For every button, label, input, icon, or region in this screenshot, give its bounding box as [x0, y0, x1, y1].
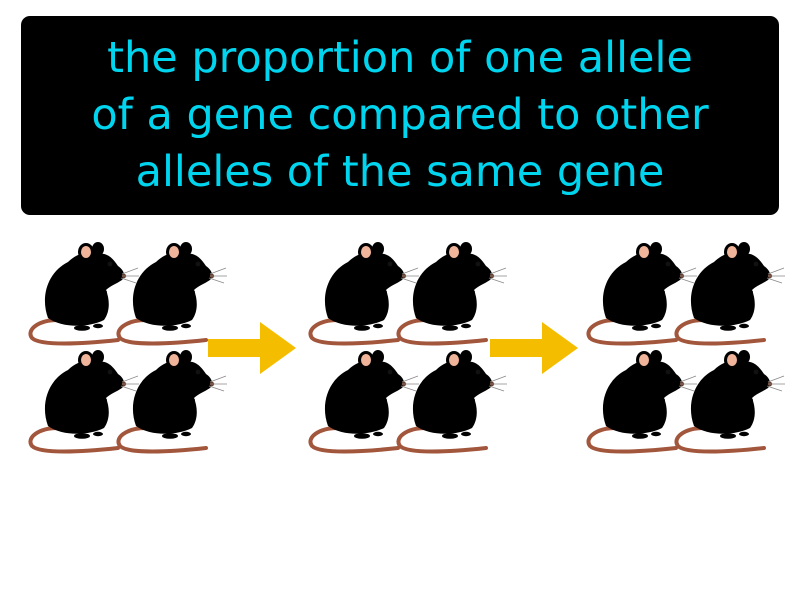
- allele-frequency-illustration: .light .m-body{fill:#d99a58}.light .m-sh…: [0, 230, 800, 480]
- definition-line-2: of a gene compared to other: [91, 90, 709, 140]
- light-mouse: [396, 240, 509, 346]
- arrow-right-icon: [208, 322, 296, 374]
- dark-mouse: [116, 348, 229, 454]
- arrow-right-icon: [490, 322, 578, 374]
- light-mouse: [674, 240, 787, 346]
- stage-1-population: [28, 240, 229, 454]
- stage-3-population: [586, 240, 787, 454]
- stage-2-population: [308, 240, 509, 454]
- definition-line-1: the proportion of one allele: [107, 33, 693, 83]
- dark-mouse: [396, 348, 509, 454]
- definition-line-3: alleles of the same gene: [135, 147, 665, 197]
- definition-banner: the proportion of one allele of a gene c…: [21, 16, 779, 215]
- dark-mouse: [116, 240, 229, 346]
- light-mouse: [674, 348, 787, 454]
